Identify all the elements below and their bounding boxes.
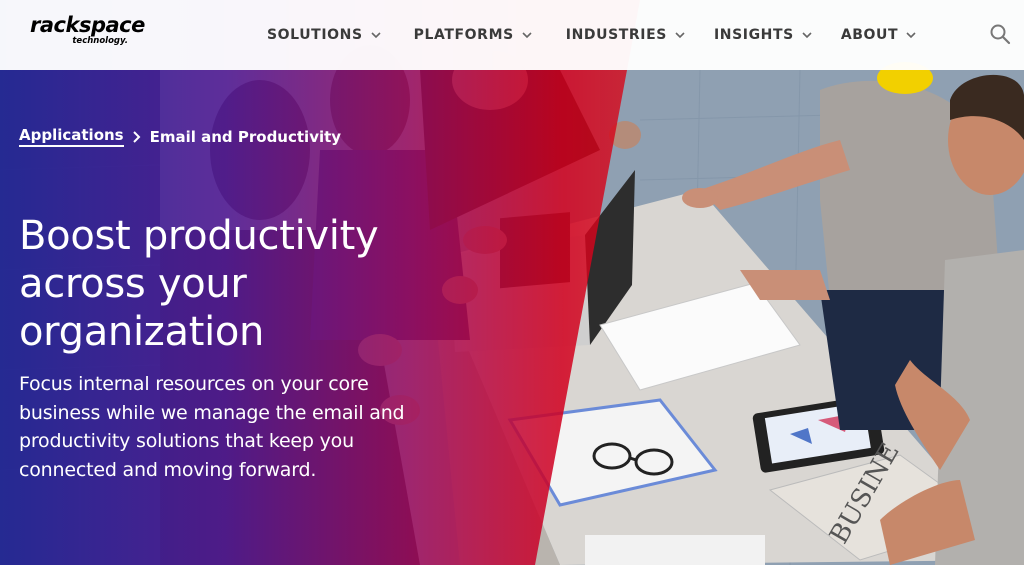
rackspace-logo[interactable]: rackspace technology. xyxy=(30,12,145,50)
nav-item-industries[interactable]: INDUSTRIES xyxy=(566,0,686,70)
hero-headline-line-3: organization xyxy=(19,309,265,355)
hero-section: BUSINE Applications Email and Productivi… xyxy=(0,0,1024,565)
nav-label-insights: INSIGHTS xyxy=(713,27,794,43)
nav-label-about: ABOUT xyxy=(840,27,899,43)
chevron-down-icon xyxy=(522,32,532,39)
hero-headline-line-2: across your xyxy=(19,261,247,307)
search-icon[interactable] xyxy=(988,22,1012,46)
breadcrumb-link-applications[interactable]: Applications xyxy=(19,126,124,147)
nav-label-platforms: PLATFORMS xyxy=(413,27,514,43)
nav-item-platforms[interactable]: PLATFORMS xyxy=(414,0,533,70)
hero-headline: Boost productivity across your organizat… xyxy=(19,212,439,356)
site-header: rackspace technology. SOLUTIONS PLATFORM… xyxy=(0,0,1024,70)
chevron-down-icon xyxy=(371,32,381,39)
breadcrumb: Applications Email and Productivity xyxy=(19,126,341,147)
chevron-down-icon xyxy=(802,32,812,39)
main-nav: SOLUTIONS PLATFORMS INDUSTRIES INSIGHTS … xyxy=(267,0,917,70)
chevron-right-icon xyxy=(132,130,141,143)
nav-label-industries: INDUSTRIES xyxy=(565,27,667,43)
logo-subtitle: technology. xyxy=(72,36,128,46)
hero-description: Focus internal resources on your core bu… xyxy=(19,373,405,481)
breadcrumb-current: Email and Productivity xyxy=(149,127,342,146)
nav-item-insights[interactable]: INSIGHTS xyxy=(714,0,813,70)
chevron-down-icon xyxy=(675,32,685,39)
chevron-down-icon xyxy=(906,32,916,39)
nav-label-solutions: SOLUTIONS xyxy=(267,27,363,43)
nav-item-about[interactable]: ABOUT xyxy=(841,0,917,70)
logo-wordmark: rackspace xyxy=(30,13,145,37)
hero-headline-line-1: Boost productivity xyxy=(19,213,379,259)
nav-item-solutions[interactable]: SOLUTIONS xyxy=(267,0,382,70)
